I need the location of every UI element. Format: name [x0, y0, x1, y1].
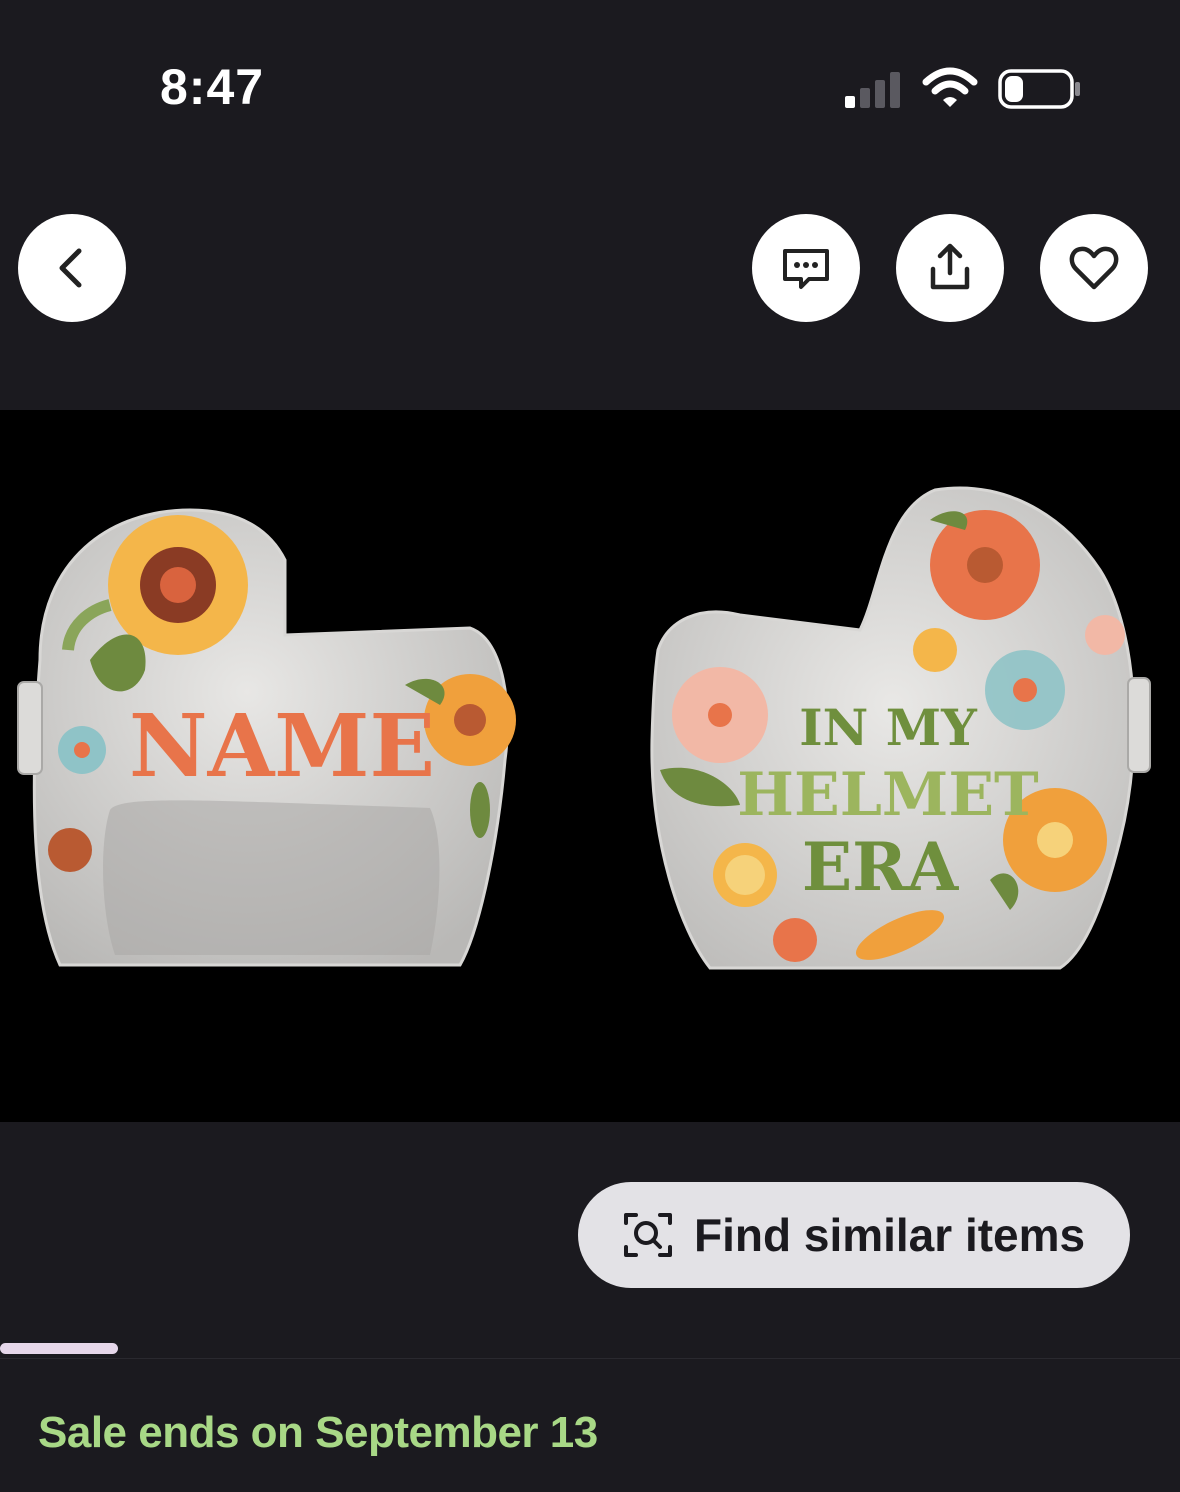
right-helmet-text-line1: IN MY — [799, 698, 978, 757]
chevron-left-icon — [59, 248, 82, 288]
right-helmet-text-line3: ERA — [802, 828, 959, 906]
right-helmet-text-line2: HELMET — [737, 760, 1039, 830]
back-button[interactable] — [18, 214, 126, 322]
top-action-bar — [0, 210, 1180, 330]
favorite-button[interactable] — [1040, 214, 1148, 322]
left-helmet-text: NAME — [129, 696, 435, 797]
product-photo: NAME IN MY HELMET ERA — [17, 486, 1151, 970]
find-similar-items-button[interactable]: Find similar items — [578, 1182, 1130, 1288]
status-bar: 8:47 — [0, 0, 1180, 150]
battery-icon — [998, 69, 1080, 109]
message-seller-button[interactable] — [752, 214, 860, 322]
sale-ends-text: Sale ends on September 13 — [38, 1408, 598, 1457]
right-helmet: IN MY HELMET ERA — [650, 486, 1151, 970]
wifi-icon — [922, 67, 978, 107]
image-carousel-indicator — [0, 1343, 118, 1354]
message-icon — [783, 249, 829, 289]
share-button[interactable] — [896, 214, 1004, 322]
heart-icon — [1069, 246, 1119, 290]
cellular-signal-icon — [845, 72, 900, 108]
product-image[interactable]: NAME IN MY HELMET ERA — [0, 410, 1180, 1122]
status-time: 8:47 — [160, 59, 265, 115]
find-similar-items-label: Find similar items — [694, 1209, 1086, 1261]
left-helmet: NAME — [17, 508, 516, 967]
divider — [0, 1358, 1180, 1359]
visual-search-icon — [624, 1213, 672, 1257]
share-icon — [930, 243, 970, 290]
